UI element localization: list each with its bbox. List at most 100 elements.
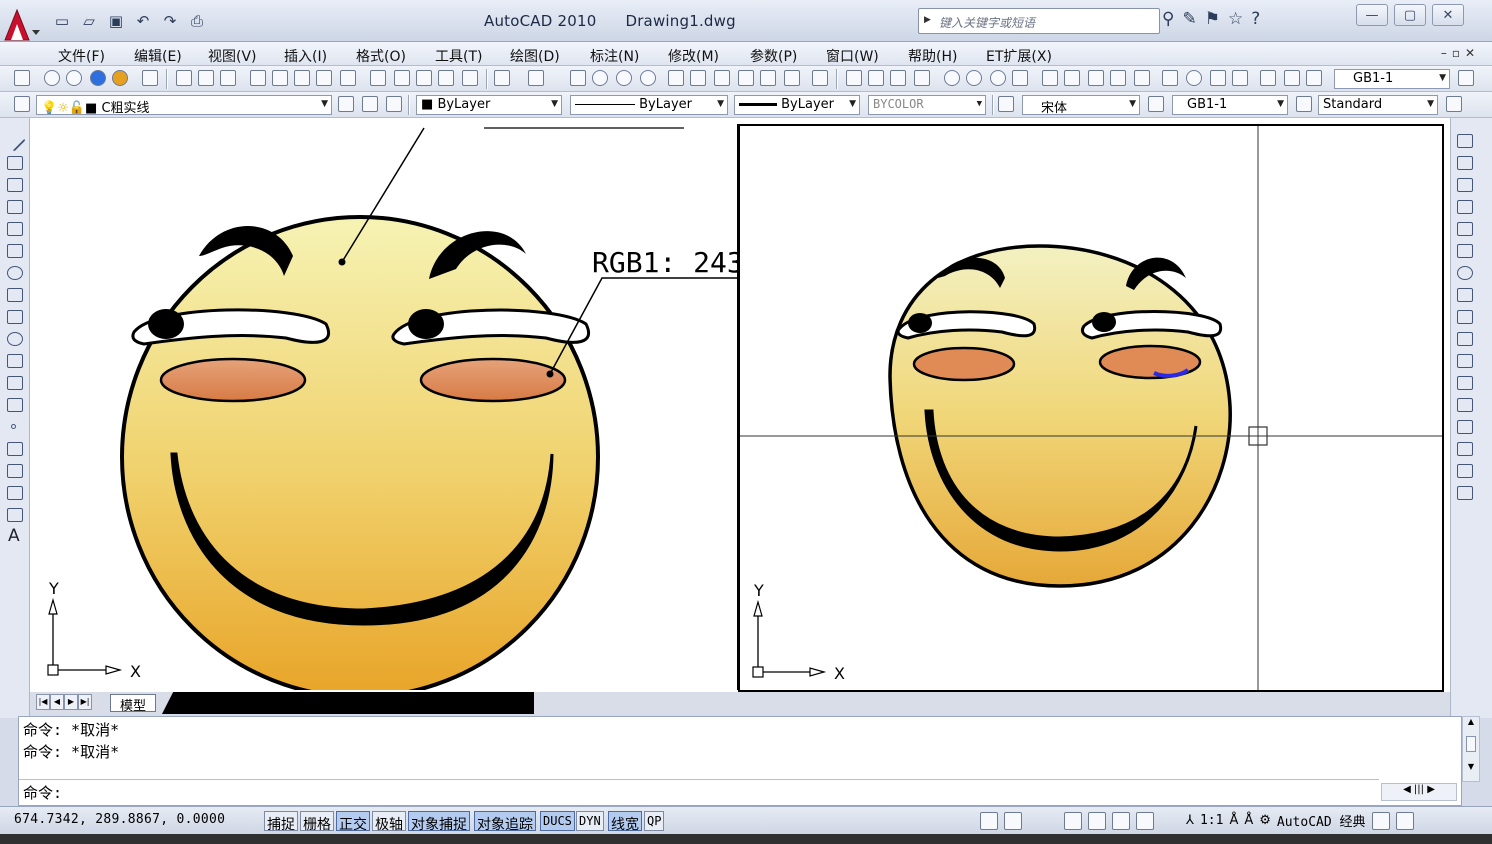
- redo-toolbar-icon[interactable]: [528, 70, 544, 86]
- table-style-icon[interactable]: [1296, 96, 1312, 112]
- menu-file[interactable]: 文件(F): [58, 46, 105, 66]
- communication-icon[interactable]: ⚑: [1205, 9, 1220, 29]
- scale-icon[interactable]: [1457, 288, 1473, 302]
- undo-icon[interactable]: ↶: [131, 10, 155, 32]
- otrack-toggle[interactable]: 对象追踪: [474, 811, 536, 833]
- tab-model[interactable]: 模型: [110, 694, 156, 714]
- dim-edit-icon[interactable]: [1260, 70, 1276, 86]
- zoom-realtime-icon[interactable]: [592, 70, 608, 86]
- right-pupil[interactable]: [408, 309, 444, 339]
- dim-jogged-icon[interactable]: [966, 70, 982, 86]
- scroll-thumb[interactable]: [1466, 736, 1476, 752]
- undo-toolbar-icon[interactable]: [494, 70, 510, 86]
- 3d-dwf-icon[interactable]: [316, 70, 332, 86]
- command-input[interactable]: 命令:: [19, 779, 1379, 805]
- markup-icon[interactable]: [760, 70, 776, 86]
- menu-express[interactable]: ET扩展(X): [986, 46, 1052, 66]
- layer-manager-icon[interactable]: [14, 96, 30, 112]
- quickcalc-icon[interactable]: [784, 70, 800, 86]
- dyn-toggle[interactable]: DYN: [576, 811, 604, 831]
- search-input[interactable]: 键入关键字或短语: [918, 8, 1160, 34]
- make-current-icon[interactable]: [338, 96, 354, 112]
- help-icon[interactable]: ?: [1251, 9, 1260, 29]
- ellipse-arc-icon[interactable]: [7, 354, 23, 368]
- layer-freeze-icon[interactable]: [66, 70, 82, 86]
- spline-icon[interactable]: [7, 310, 23, 324]
- left-pupil[interactable]: [148, 309, 184, 339]
- center-mark-icon[interactable]: [1186, 70, 1202, 86]
- matchprop-icon[interactable]: [438, 70, 454, 86]
- scroll-up-icon[interactable]: ▲: [1463, 717, 1479, 726]
- text-style-icon[interactable]: [998, 96, 1014, 112]
- ducs-toggle[interactable]: DUCS: [540, 811, 575, 831]
- dim-text-edit-icon[interactable]: [1284, 70, 1300, 86]
- offset-icon[interactable]: [1457, 200, 1473, 214]
- command-window[interactable]: 命令: *取消* 命令: *取消* 命令: ◀ ||| ▶: [18, 716, 1462, 806]
- point-icon[interactable]: [11, 424, 16, 429]
- dim-update-icon[interactable]: [1306, 70, 1322, 86]
- viewport-left[interactable]: RGB1: 243,1 Y X: [36, 124, 738, 690]
- properties-palette-icon[interactable]: [668, 70, 684, 86]
- dim-aligned-icon[interactable]: [868, 70, 884, 86]
- annotation-scale[interactable]: 1:1: [1200, 813, 1223, 828]
- dim-ordinate-icon[interactable]: [914, 70, 930, 86]
- workspace-gear-icon[interactable]: ⚙: [1259, 813, 1271, 828]
- rotate-icon[interactable]: [1457, 266, 1473, 280]
- maximize-button[interactable]: ▢: [1394, 4, 1426, 26]
- rectangle-icon[interactable]: [7, 222, 23, 236]
- viewport-right-active[interactable]: Y X: [738, 124, 1444, 692]
- dim-style-icon[interactable]: [1148, 96, 1164, 112]
- menu-draw[interactable]: 绘图(D): [510, 46, 560, 66]
- trim-icon[interactable]: [1457, 332, 1473, 346]
- dim-baseline-icon[interactable]: [1064, 70, 1080, 86]
- right-cheek[interactable]: [419, 357, 567, 403]
- polygon-icon[interactable]: [7, 200, 23, 214]
- line-icon[interactable]: [4, 130, 26, 152]
- table-style-select[interactable]: Standard: [1318, 95, 1438, 115]
- model-space-icon[interactable]: [980, 811, 998, 830]
- dim-style-select-2[interactable]: GB1-1: [1172, 95, 1288, 115]
- menu-tools[interactable]: 工具(T): [435, 46, 482, 66]
- steering-wheel-icon[interactable]: [1112, 811, 1130, 830]
- pan-status-icon[interactable]: [1064, 811, 1082, 830]
- break-at-point-icon[interactable]: [1457, 376, 1473, 390]
- redo-icon[interactable]: ↷: [158, 10, 182, 32]
- dim-radius-icon[interactable]: [944, 70, 960, 86]
- mirror-icon[interactable]: [1457, 178, 1473, 192]
- toolbar-lock-icon[interactable]: [1371, 811, 1390, 830]
- explode-icon[interactable]: [1457, 486, 1473, 500]
- menu-help[interactable]: 帮助(H): [908, 46, 957, 66]
- clean-screen-icon[interactable]: [1395, 811, 1414, 830]
- copy-object-icon[interactable]: [1457, 156, 1473, 170]
- minimize-button[interactable]: —: [1356, 4, 1388, 26]
- layer-previous-icon[interactable]: [362, 96, 378, 112]
- next-tab-icon[interactable]: ▶: [64, 694, 78, 710]
- fillet-icon[interactable]: [1457, 464, 1473, 478]
- menu-insert[interactable]: 插入(I): [284, 46, 327, 66]
- cut-icon[interactable]: [370, 70, 386, 86]
- dim-space-icon[interactable]: [1110, 70, 1126, 86]
- array-icon[interactable]: [1457, 222, 1473, 236]
- menu-dimension[interactable]: 标注(N): [590, 46, 639, 66]
- auto-scale-icon[interactable]: Å: [1244, 813, 1253, 828]
- menu-edit[interactable]: 编辑(E): [134, 46, 182, 66]
- first-tab-icon[interactable]: |◀: [36, 694, 50, 710]
- zoom-previous-icon[interactable]: [640, 70, 656, 86]
- inspect-icon[interactable]: [1210, 70, 1226, 86]
- close-button[interactable]: ✕: [1432, 4, 1464, 26]
- quick-dim-icon[interactable]: [1042, 70, 1058, 86]
- dim-style-select[interactable]: GB1-1: [1334, 69, 1450, 89]
- favorites-star-icon[interactable]: ☆: [1228, 9, 1243, 29]
- command-hscroll[interactable]: ◀ ||| ▶: [1381, 783, 1457, 801]
- print-preview-icon[interactable]: [272, 70, 288, 86]
- text-style-select[interactable]: 宋体: [1022, 95, 1140, 115]
- dim-linear-icon[interactable]: [846, 70, 862, 86]
- layer-states-icon[interactable]: [386, 96, 402, 112]
- hatch-icon[interactable]: [7, 442, 23, 456]
- qp-toggle[interactable]: QP: [644, 811, 665, 831]
- copy-icon[interactable]: [394, 70, 410, 86]
- last-tab-icon[interactable]: ▶|: [78, 694, 92, 710]
- binoculars-icon[interactable]: ⚲: [1162, 9, 1174, 29]
- arc-icon[interactable]: [7, 244, 23, 258]
- help-toolbar-icon[interactable]: [812, 70, 828, 86]
